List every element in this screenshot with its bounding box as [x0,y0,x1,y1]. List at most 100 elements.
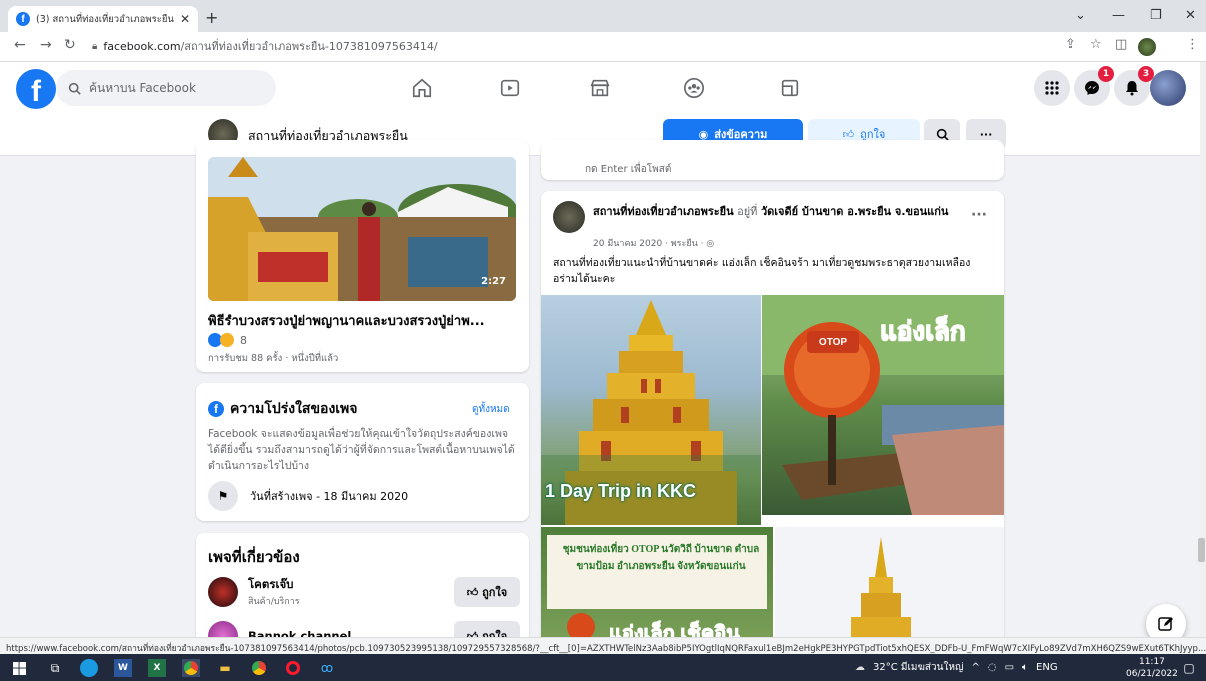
clock-time: 11:17 [1138,657,1165,667]
maximize-button[interactable]: ❐ [1150,8,1162,23]
gaming-icon[interactable] [776,74,804,102]
side-panel-icon[interactable]: ◫ [1115,37,1127,52]
reaction-count: 8 [240,333,247,347]
post-author-avatar[interactable] [553,201,585,233]
language-indicator[interactable]: ENG [1036,662,1058,673]
account-avatar[interactable] [1150,70,1186,106]
marketplace-icon[interactable] [586,74,614,102]
related-pages-card: เพจที่เกี่ยวข้อง โคตรเจ๊บ สินค้า/บริการ … [196,533,529,651]
windows-start-icon[interactable] [10,659,28,677]
transparency-title: ความโปร่งใสของเพจ [230,401,358,417]
related-page-item[interactable]: โคตรเจ๊บ สินค้า/บริการ 👍︎ ถูกใจ [208,573,520,611]
link-status-bar: https://www.facebook.com/สถานที่ท่องเที่… [0,637,1206,654]
tray-chevron-icon[interactable]: ^ [971,662,979,673]
word-icon[interactable]: W [114,659,132,677]
battery-icon[interactable]: ▭ [1005,662,1014,673]
windows-taskbar: ⧉ W X ▬ ꝏ ☁ 32°C มีเมฆส่วนใหญ่ ^ ◌ ▭ 🔈︎ … [0,654,1206,681]
thumbs-up-icon: 👍︎ [842,127,855,141]
opera-icon[interactable] [284,659,302,677]
bell-icon [1126,81,1138,96]
photo-title: แอ่งเล็ก [879,315,966,347]
watch-icon[interactable] [496,74,524,102]
enter-to-post-hint: กด Enter เพื่อโพสต์ [585,164,672,175]
network-icon[interactable]: ◌ [988,662,997,673]
browser-tab[interactable]: f (3) สถานที่ท่องเที่ยวอำเภอพระยืน | Fa … [8,6,198,32]
notification-center-icon[interactable]: ▢ [1180,659,1198,677]
messenger-icon [1085,81,1099,95]
bookmark-star-icon[interactable]: ☆ [1090,37,1102,52]
messenger-badge: 1 [1098,66,1114,82]
related-page-avatar[interactable] [208,577,238,607]
new-tab-button[interactable]: + [205,8,218,27]
chrome-icon[interactable] [250,659,268,677]
groups-icon[interactable] [680,74,708,102]
otop-sign: OTOP [807,331,859,353]
video-thumbnail[interactable]: 2:27 [208,157,516,301]
facebook-logo-icon[interactable]: f [16,69,56,109]
video-reactions[interactable]: 8 [208,333,247,347]
facebook-favicon-icon: f [16,12,30,26]
weather-text[interactable]: 32°C มีเมฆส่วนใหญ่ [873,660,963,675]
post-photo[interactable] [775,527,1004,643]
url-field[interactable]: 🔒︎ facebook.com/สถานที่ท่องเที่ยวอำเภอพร… [92,37,438,55]
related-like-button[interactable]: 👍︎ ถูกใจ [454,577,520,607]
post-location[interactable]: วัดเจดีย์ บ้านขาด อ.พระยืน จ.ขอนแก่น [761,205,948,218]
see-all-link[interactable]: ดูทั้งหมด [472,402,510,417]
post-at-label: อยู่ที่ [737,205,758,218]
profile-icon[interactable] [1138,38,1156,56]
post-photo[interactable]: ชุมชนท่องเที่ยว OTOP นวัตวิถี บ้านขาด ตำ… [541,527,773,643]
thumbs-up-icon: 👍︎ [466,585,479,599]
volume-icon[interactable]: 🔈︎ [1022,662,1028,673]
transparency-heading: f ความโปร่งใสของเพจ [208,398,358,420]
close-window-button[interactable]: ✕ [1185,8,1196,23]
task-view-icon[interactable]: ⧉ [46,659,64,677]
post-options-icon[interactable]: ··· [971,207,987,223]
tab-search-icon[interactable]: ⌄ [1075,8,1086,23]
messenger-icon: ◉ [698,127,709,141]
video-card: 2:27 พิธีรำบวงสรวงปู่ย่าพญานาคและบวงสรวง… [196,140,529,372]
wow-reaction-icon [220,333,234,347]
share-icon[interactable]: ⇪ [1065,37,1076,52]
menu-grid-icon[interactable] [1034,70,1070,106]
related-like-label: ถูกใจ [482,586,508,599]
reload-icon[interactable]: ↻ [64,37,76,53]
home-icon[interactable] [408,74,436,102]
post-meta[interactable]: 20 มีนาคม 2020 · พระยืน · ◎ [593,236,714,250]
lock-icon: 🔒︎ [92,40,98,52]
excel-icon[interactable]: X [148,659,166,677]
video-duration: 2:27 [481,276,506,287]
video-title[interactable]: พิธีรำบวงสรวงปู่ย่าพญานาคและบวงสรวงปู่ย่… [208,310,520,331]
clock-date: 06/21/2022 [1126,669,1178,679]
address-bar: ← → ↻ 🔒︎ facebook.com/สถานที่ท่องเที่ยวอ… [0,32,1206,62]
browser-tab-bar: f (3) สถานที่ท่องเที่ยวอำเภอพระยืน | Fa … [0,0,1206,32]
search-icon [68,82,81,95]
flag-icon: ⚑ [208,481,238,511]
scrollbar-thumb[interactable] [1198,538,1205,562]
related-pages-title: เพจที่เกี่ยวข้อง [208,548,300,566]
app-icon[interactable]: ꝏ [318,659,336,677]
edge-icon[interactable] [80,659,98,677]
file-explorer-icon[interactable]: ▬ [216,659,234,677]
forward-icon[interactable]: → [40,37,52,53]
post-photo[interactable]: OTOP แอ่งเล็ก [762,295,1004,515]
minimize-button[interactable]: — [1112,8,1125,23]
back-icon[interactable]: ← [14,37,26,53]
post-header: สถานที่ท่องเที่ยวอำเภอพระยืน อยู่ที่ วัด… [593,204,953,219]
chrome-active-icon[interactable] [182,659,200,677]
browser-menu-icon[interactable]: ⋮ [1186,37,1199,52]
taskbar-clock[interactable]: 11:17 06/21/2022 [1126,656,1178,680]
search-icon [936,128,949,141]
post-text: สถานที่ท่องเที่ยวแนะนำที่บ้านขาดค่ะ แอ่ง… [553,257,971,285]
search-input[interactable]: ค้นหาบน Facebook [56,70,276,106]
post-photo[interactable]: 1 Day Trip in KKC [541,295,761,525]
post-author[interactable]: สถานที่ท่องเที่ยวอำเภอพระยืน [593,205,734,218]
transparency-text: Facebook จะแสดงข้อมูลเพื่อช่วยให้คุณเข้า… [208,428,515,472]
close-tab-icon[interactable]: ✕ [180,12,190,26]
tab-title: (3) สถานที่ท่องเที่ยวอำเภอพระยืน | Fa [36,13,174,25]
related-page-name[interactable]: โคตรเจ๊บ [248,576,300,594]
messenger-button[interactable]: 1 [1074,66,1114,106]
url-path: /สถานที่ท่องเที่ยวอำเภอพระยืน-1073810975… [180,40,438,53]
post-card: สถานที่ท่องเที่ยวอำเภอพระยืน อยู่ที่ วัด… [541,191,1004,643]
notifications-button[interactable]: 3 [1114,66,1154,106]
comment-card: กด Enter เพื่อโพสต์ [541,140,1004,180]
